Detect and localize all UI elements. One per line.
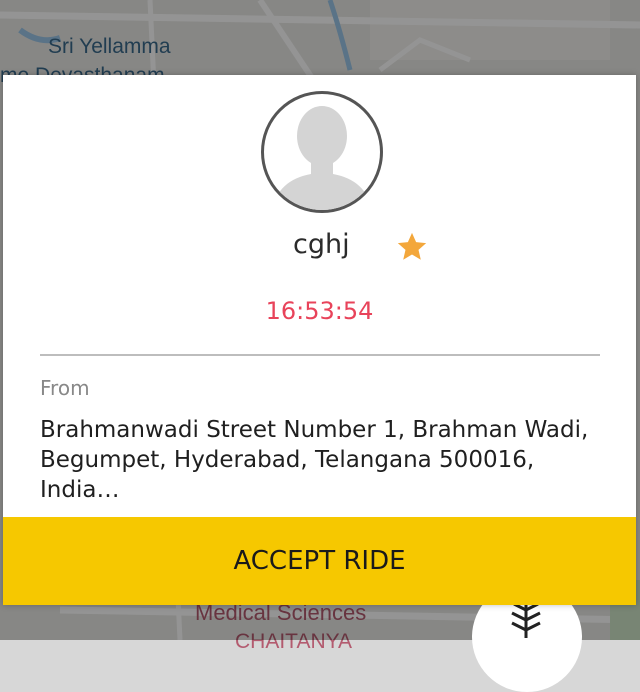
pickup-address: Brahmanwadi Street Number 1, Brahman Wad… <box>40 417 589 503</box>
ride-request-dialog: cghj 16:53:54 From Brahmanwadi Street Nu… <box>3 75 636 605</box>
from-label: From <box>40 376 90 400</box>
rider-name: cghj <box>293 229 350 260</box>
request-timer: 16:53:54 <box>265 297 374 325</box>
avatar <box>261 91 383 213</box>
accept-ride-button[interactable]: ACCEPT RIDE <box>3 517 636 605</box>
avatar-placeholder-icon <box>272 106 372 210</box>
divider <box>40 354 600 356</box>
star-icon <box>397 232 427 260</box>
